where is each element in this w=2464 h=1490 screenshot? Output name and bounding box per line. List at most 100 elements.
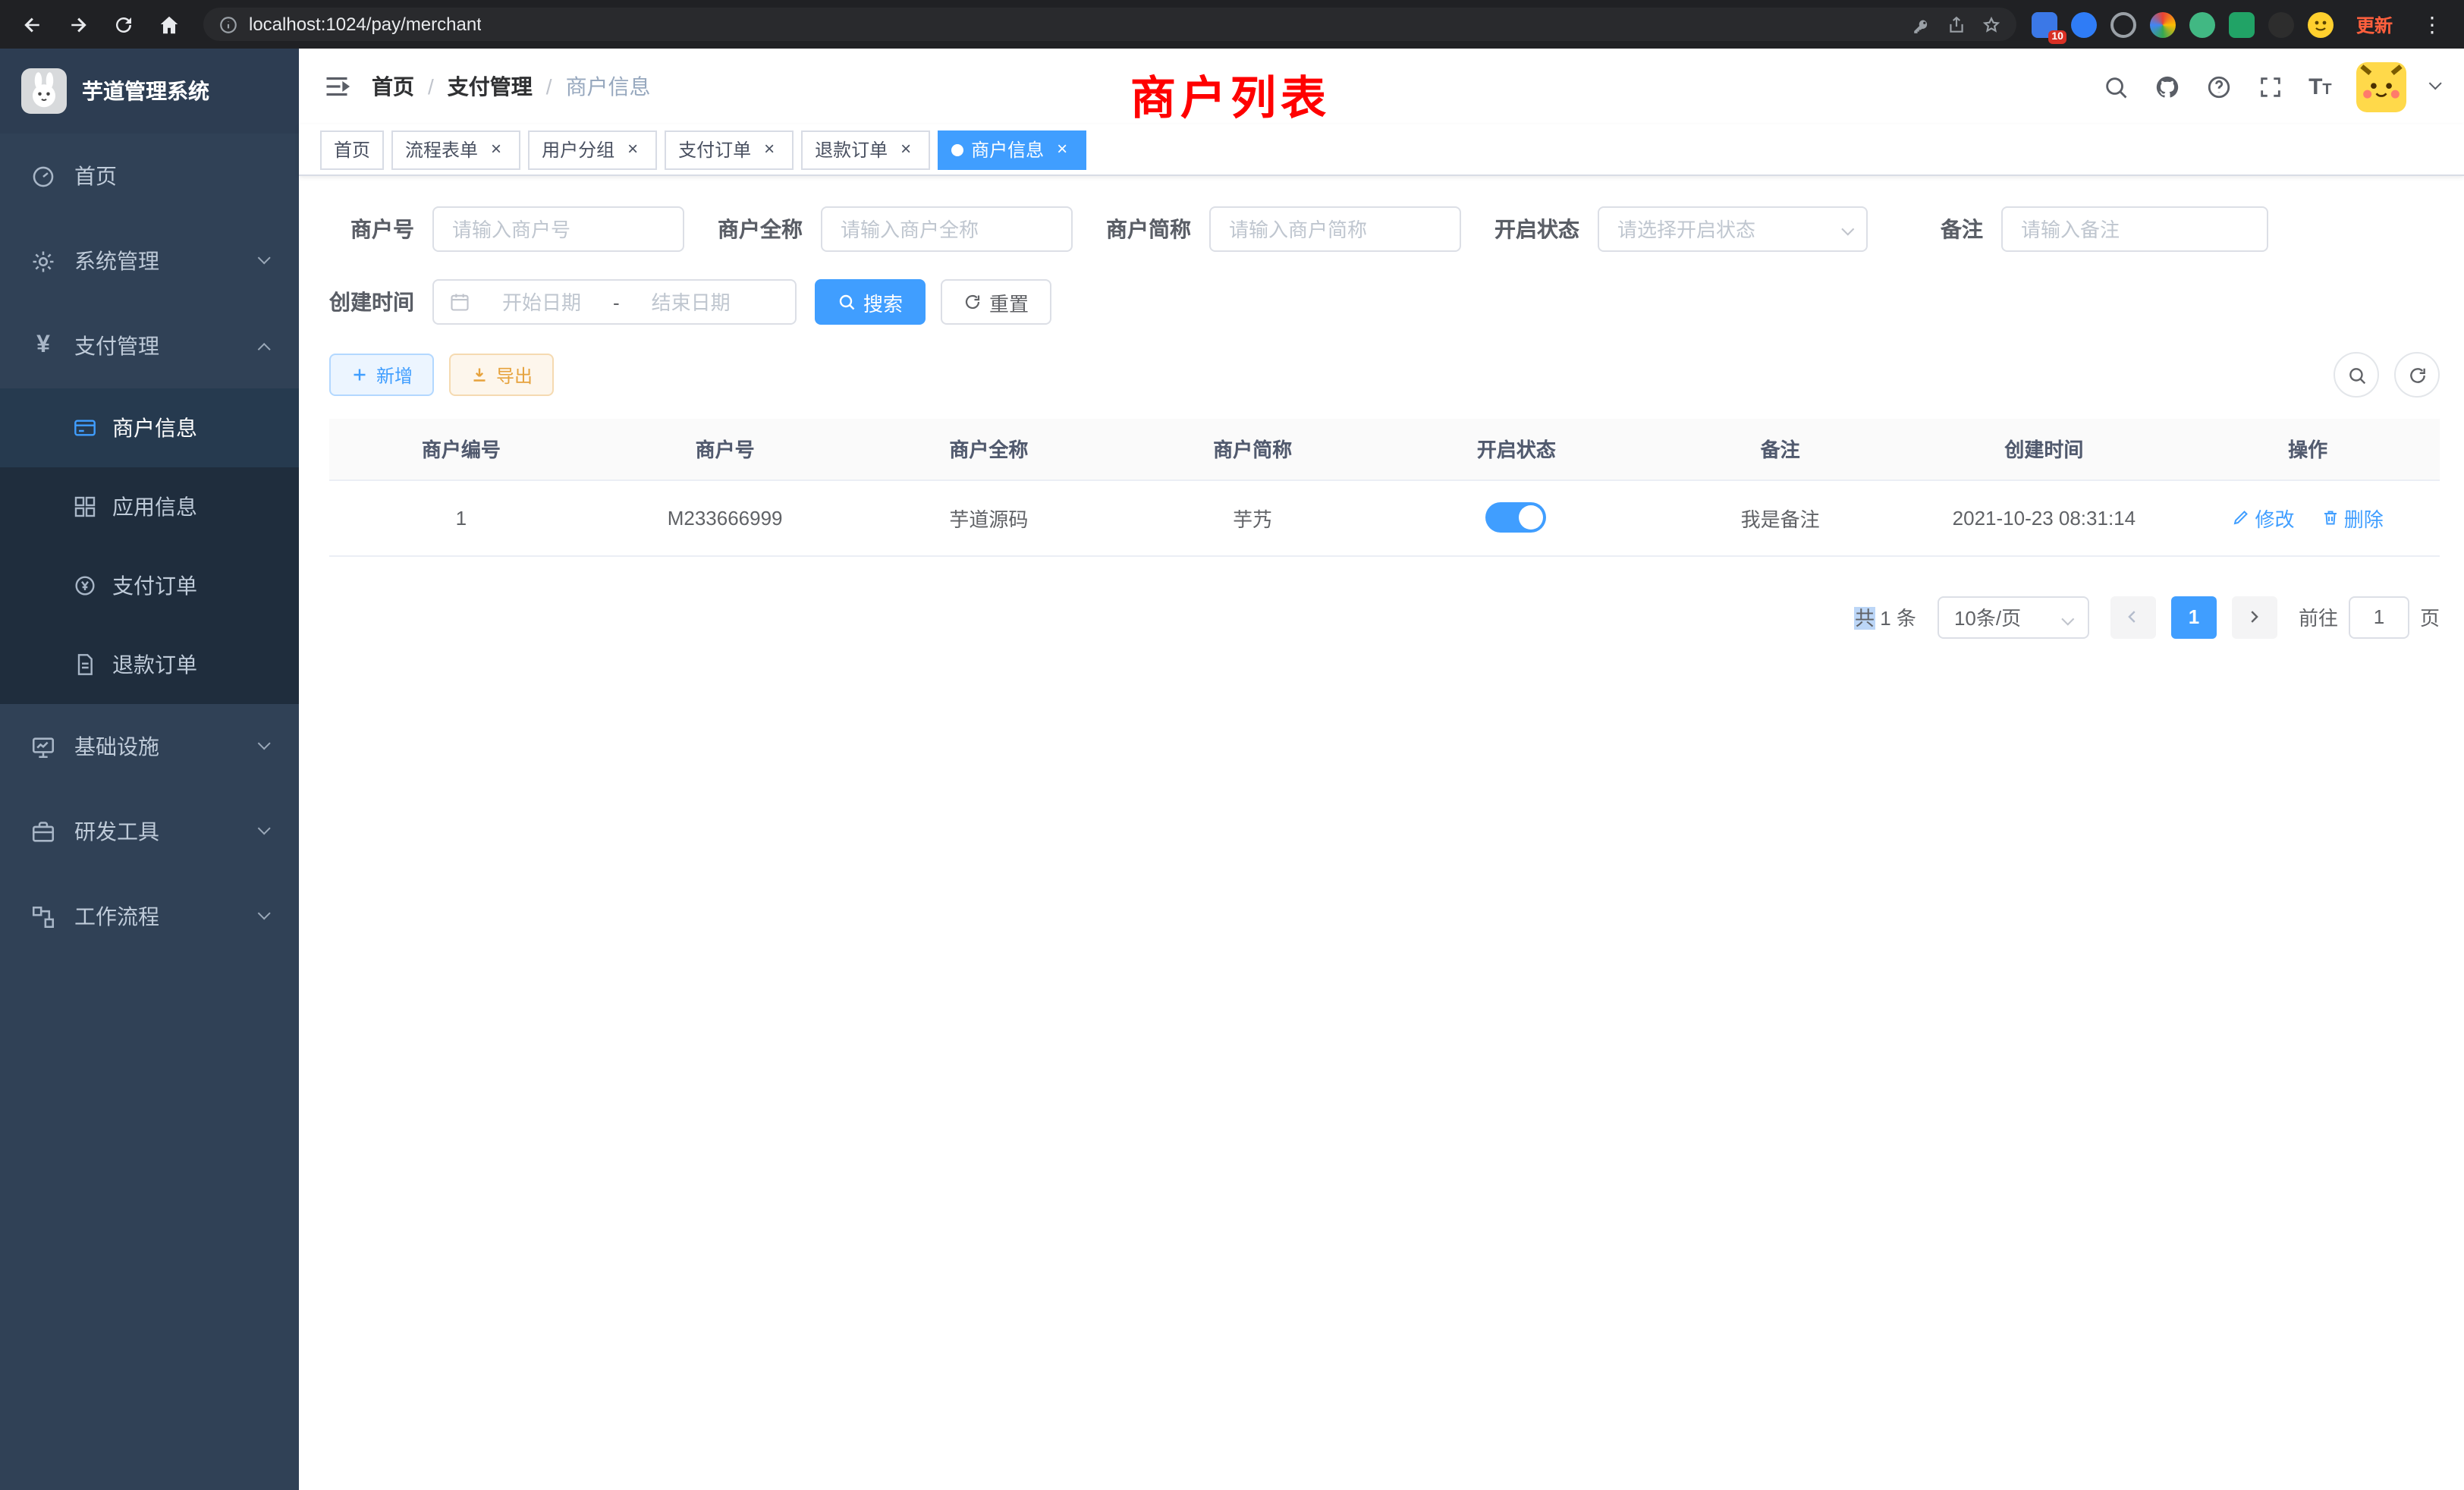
font-size-button[interactable]: TT [2308, 75, 2332, 98]
tag-merchant-info[interactable]: 商户信息 × [938, 130, 1086, 169]
cell-status [1384, 479, 1648, 555]
sidebar-subitem-merchant-info[interactable]: 商户信息 [0, 388, 299, 467]
bookmark-star-icon[interactable] [1982, 14, 2001, 34]
sidebar-item-label: 基础设施 [74, 731, 159, 762]
short-name-input[interactable] [1209, 206, 1461, 252]
chevron-right-icon [2246, 608, 2263, 625]
tag-pay-order[interactable]: 支付订单 × [665, 130, 794, 169]
add-button[interactable]: 新增 [329, 354, 434, 396]
table-search-button[interactable] [2334, 352, 2379, 398]
header-search-button[interactable] [2102, 73, 2129, 100]
sidebar-subitem-refund-order[interactable]: 退款订单 [0, 625, 299, 704]
fullscreen-button[interactable] [2257, 73, 2284, 100]
column-header: 商户编号 [329, 419, 593, 479]
sidebar-item-home[interactable]: 首页 [0, 134, 299, 218]
create-time-label: 创建时间 [329, 287, 432, 317]
sidebar-item-system[interactable]: 系统管理 [0, 218, 299, 303]
hamburger-button[interactable] [323, 73, 350, 100]
help-button[interactable] [2205, 73, 2233, 100]
status-toggle[interactable] [1486, 502, 1547, 533]
extension-icon-7[interactable] [2268, 11, 2294, 37]
extension-icon-6[interactable] [2229, 11, 2255, 37]
table-toolbar: 新增 导出 [329, 352, 2440, 398]
sidebar-subitem-app-info[interactable]: 应用信息 [0, 467, 299, 546]
github-button[interactable] [2154, 73, 2181, 100]
forward-button[interactable] [58, 5, 97, 44]
breadcrumb-item-payment[interactable]: 支付管理 [448, 71, 533, 102]
date-range-separator: - [613, 291, 620, 313]
page-size-select[interactable]: 10条/页 [1938, 596, 2089, 638]
date-start-input[interactable] [482, 291, 601, 313]
grid-icon [73, 495, 97, 519]
sidebar-item-infra[interactable]: 基础设施 [0, 704, 299, 789]
key-icon[interactable] [1912, 14, 1931, 34]
menu-icon [323, 73, 350, 100]
total-count: 共 1 条 [1855, 602, 1916, 631]
back-button[interactable] [12, 5, 52, 44]
user-menu-caret-icon[interactable] [2428, 77, 2442, 90]
info-icon [218, 14, 238, 34]
goto-input[interactable] [2349, 596, 2409, 638]
close-icon[interactable]: × [486, 139, 507, 160]
sidebar-subitem-label: 商户信息 [112, 413, 197, 443]
extension-icon-2[interactable] [2071, 11, 2097, 37]
share-icon[interactable] [1947, 14, 1966, 34]
extension-icon-1[interactable]: 10 [2032, 11, 2057, 37]
user-avatar[interactable] [2356, 61, 2406, 112]
close-icon[interactable]: × [622, 139, 643, 160]
sidebar-item-workflow[interactable]: 工作流程 [0, 874, 299, 959]
table-refresh-button[interactable] [2394, 352, 2440, 398]
extension-icon-3[interactable] [2110, 11, 2136, 37]
tag-process-form[interactable]: 流程表单 × [391, 130, 520, 169]
sidebar-item-payment[interactable]: ¥ 支付管理 [0, 303, 299, 388]
fullscreen-icon [2258, 74, 2283, 99]
delete-link[interactable]: 删除 [2321, 503, 2384, 532]
payment-submenu: 商户信息 应用信息 支付订单 [0, 388, 299, 704]
cell-id: 1 [329, 479, 593, 555]
date-end-input[interactable] [632, 291, 750, 313]
tag-refund-order[interactable]: 退款订单 × [801, 130, 930, 169]
merchant-no-input[interactable] [432, 206, 684, 252]
remark-input[interactable] [2001, 206, 2268, 252]
top-navbar: 首页 / 支付管理 / 商户信息 [299, 49, 2464, 124]
main-area: 商户列表 首页 / 支付管理 / 商户信息 [299, 49, 2464, 1490]
close-icon[interactable]: × [759, 139, 780, 160]
full-name-input[interactable] [821, 206, 1073, 252]
date-range-picker[interactable]: - [432, 279, 797, 325]
extension-icon-5[interactable] [2189, 11, 2215, 37]
profile-avatar[interactable] [2308, 11, 2334, 37]
home-button[interactable] [149, 5, 188, 44]
close-icon[interactable]: × [1051, 139, 1073, 160]
app-title: 芋道管理系统 [82, 76, 209, 106]
prev-page-button[interactable] [2110, 596, 2156, 638]
github-icon [2154, 74, 2180, 99]
sidebar-item-devtools[interactable]: 研发工具 [0, 789, 299, 874]
chevron-down-icon [257, 252, 271, 266]
export-button[interactable]: 导出 [449, 354, 554, 396]
extension-icon-4[interactable] [2150, 11, 2176, 37]
next-page-button[interactable] [2232, 596, 2277, 638]
active-dot [951, 143, 963, 156]
close-icon[interactable]: × [895, 139, 916, 160]
status-select[interactable] [1598, 206, 1868, 252]
browser-update-button[interactable]: 更新 [2347, 8, 2402, 40]
sidebar-subitem-pay-order[interactable]: 支付订单 [0, 546, 299, 625]
page-1-button[interactable]: 1 [2171, 596, 2217, 638]
edit-link[interactable]: 修改 [2232, 503, 2294, 532]
tag-user-group[interactable]: 用户分组 × [528, 130, 657, 169]
breadcrumb-item-home[interactable]: 首页 [372, 71, 414, 102]
reset-button[interactable]: 重置 [941, 279, 1051, 325]
breadcrumb-item-merchant: 商户信息 [566, 71, 651, 102]
sidebar-logo[interactable]: 芋道管理系统 [0, 49, 299, 134]
browser-menu-icon[interactable]: ⋮ [2415, 11, 2449, 37]
url-text[interactable]: localhost:1024/pay/merchant [249, 14, 482, 35]
reload-button[interactable] [103, 5, 143, 44]
search-icon [838, 293, 856, 311]
search-button[interactable]: 搜索 [815, 279, 926, 325]
tag-home[interactable]: 首页 [320, 130, 384, 169]
column-header: 操作 [2176, 419, 2440, 479]
monitor-icon [30, 734, 56, 759]
url-bar[interactable]: localhost:1024/pay/merchant [203, 8, 2016, 41]
question-icon [2206, 74, 2232, 99]
goto-label: 前往 [2299, 602, 2338, 631]
